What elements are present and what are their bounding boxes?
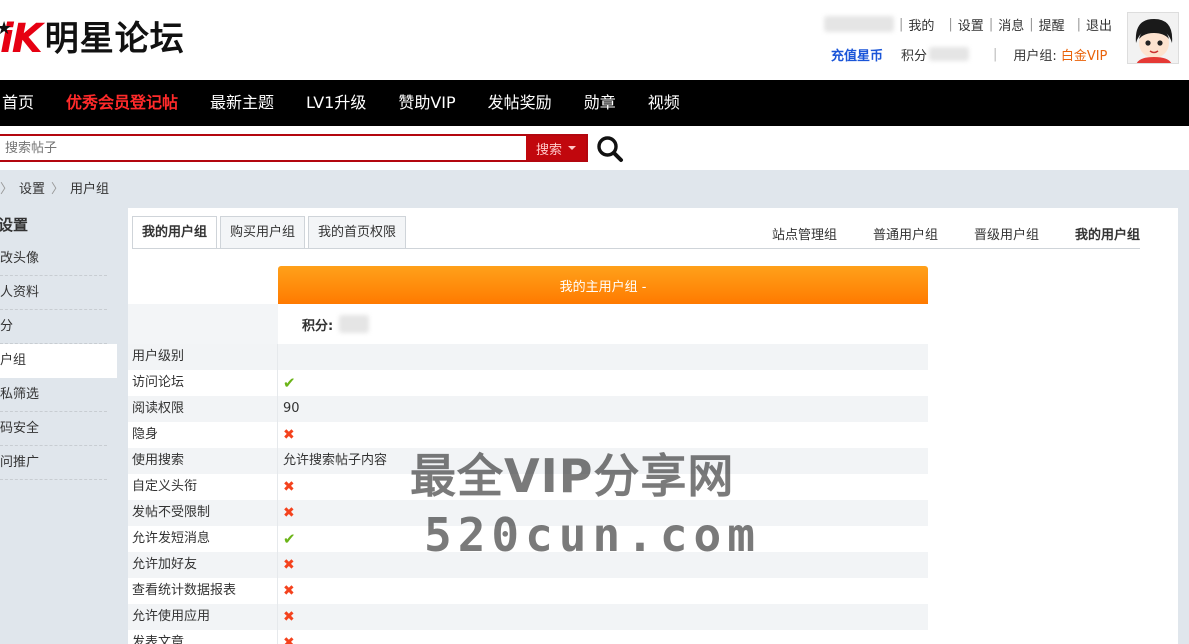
cross-icon: ✖ bbox=[283, 609, 295, 625]
search-bar: 搜索 bbox=[0, 126, 1189, 170]
row-label: 用户级别 bbox=[128, 344, 278, 370]
row-label: 发表文章 bbox=[128, 630, 278, 644]
row-label: 自定义头衔 bbox=[128, 474, 278, 500]
row-label: 查看统计数据报表 bbox=[128, 578, 278, 604]
credit-label[interactable]: 积分 bbox=[901, 45, 927, 64]
username-blurred bbox=[824, 16, 894, 32]
cross-icon: ✖ bbox=[283, 635, 295, 644]
link-notifications[interactable]: 提醒 bbox=[1039, 15, 1065, 34]
chevron-right-icon: 〉 bbox=[51, 182, 65, 197]
group-link-admin[interactable]: 站点管理组 bbox=[772, 224, 837, 243]
tab-home-permissions[interactable]: 我的首页权限 bbox=[308, 216, 407, 248]
tab-my-usergroup[interactable]: 我的用户组 bbox=[132, 216, 218, 248]
link-messages[interactable]: 消息 bbox=[998, 15, 1024, 34]
table-row: 阅读权限 90 bbox=[128, 396, 928, 422]
cross-icon: ✖ bbox=[283, 479, 295, 495]
sidebar-item-credits[interactable]: 积分 bbox=[0, 310, 107, 344]
table-header: 我的主用户组 - bbox=[278, 266, 928, 304]
nav-sponsor-vip[interactable]: 赞助VIP bbox=[382, 80, 471, 126]
row-label: 隐身 bbox=[128, 422, 278, 448]
sidebar-item-promotion[interactable]: 访问推广 bbox=[0, 446, 107, 480]
credit-row-blurred bbox=[339, 315, 370, 333]
nav-video[interactable]: 视频 bbox=[632, 80, 696, 126]
sidebar-item-usergroup[interactable]: 用户组 bbox=[0, 344, 117, 378]
check-icon: ✔ bbox=[283, 374, 296, 392]
row-label: 访问论坛 bbox=[128, 370, 278, 396]
tab-buy-usergroup[interactable]: 购买用户组 bbox=[220, 216, 306, 248]
nav-medals[interactable]: 勋章 bbox=[568, 80, 632, 126]
group-label: 用户组: bbox=[1013, 48, 1057, 64]
group-link-normal[interactable]: 普通用户组 bbox=[873, 224, 938, 243]
table-row: 访问论坛 ✔ bbox=[128, 370, 928, 396]
breadcrumb-settings[interactable]: 设置 bbox=[19, 182, 45, 197]
credit-value-blurred bbox=[929, 47, 970, 61]
main-nav: 首页 优秀会员登记帖 最新主题 LV1升级 赞助VIP 发帖奖励 勋章 视频 bbox=[0, 80, 1189, 126]
table-row: 用户级别 bbox=[128, 344, 928, 370]
sidebar-item-avatar[interactable]: 修改头像 bbox=[0, 242, 107, 276]
check-icon: ✔ bbox=[283, 530, 296, 548]
breadcrumb-usergroup[interactable]: 用户组 bbox=[70, 182, 109, 197]
row-label: 发帖不受限制 bbox=[128, 500, 278, 526]
search-box: 搜索 bbox=[0, 134, 588, 162]
group-links: 站点管理组 普通用户组 晋级用户组 我的用户组 bbox=[772, 224, 1140, 243]
sidebar-item-privacy[interactable]: 隐私筛选 bbox=[0, 378, 107, 412]
table-row: 发表文章 ✖ bbox=[128, 630, 928, 644]
chevron-down-icon bbox=[568, 146, 576, 150]
content-area: 〉设置〉用户组 设置 修改头像 个人资料 积分 用户组 隐私筛选 密码安全 访问… bbox=[0, 170, 1189, 644]
link-logout[interactable]: 退出 bbox=[1086, 15, 1112, 34]
nav-home[interactable]: 首页 bbox=[0, 80, 50, 126]
site-logo[interactable]: ★ iK 明星论坛 bbox=[0, 14, 185, 64]
row-label: 允许发短消息 bbox=[128, 526, 278, 552]
recharge-link[interactable]: 充值星币 bbox=[831, 45, 883, 64]
group-link-promoted[interactable]: 晋级用户组 bbox=[974, 224, 1039, 243]
user-links: | 我的 | 设置 | 消息 | 提醒 | 退出 bbox=[824, 14, 1112, 34]
row-value: 允许搜索帖子内容 bbox=[283, 453, 388, 468]
tab-bar: 我的用户组 购买用户组 我的首页权限 bbox=[132, 216, 407, 248]
tabs-divider bbox=[132, 248, 1140, 249]
search-type-button[interactable]: 搜索 bbox=[526, 136, 586, 160]
credit-row-label: 积分: bbox=[302, 318, 334, 334]
cross-icon: ✖ bbox=[283, 427, 295, 443]
group-link-mine[interactable]: 我的用户组 bbox=[1075, 224, 1140, 243]
breadcrumb: 〉设置〉用户组 bbox=[0, 178, 109, 197]
group-value[interactable]: 白金VIP bbox=[1061, 45, 1108, 64]
watermark-line1: 最全VIP分享网 bbox=[410, 449, 735, 503]
avatar[interactable] bbox=[1127, 12, 1179, 64]
row-label: 使用搜索 bbox=[128, 448, 278, 474]
nav-lv1-upgrade[interactable]: LV1升级 bbox=[290, 80, 382, 126]
search-icon[interactable] bbox=[596, 135, 624, 163]
credit-row: 积分: bbox=[128, 304, 928, 344]
cross-icon: ✖ bbox=[283, 583, 295, 599]
sidebar-item-profile[interactable]: 个人资料 bbox=[0, 276, 107, 310]
nav-latest[interactable]: 最新主题 bbox=[194, 80, 290, 126]
cross-icon: ✖ bbox=[283, 505, 295, 521]
sidebar-item-password[interactable]: 密码安全 bbox=[0, 412, 107, 446]
settings-sidebar: 设置 修改头像 个人资料 积分 用户组 隐私筛选 密码安全 访问推广 bbox=[0, 208, 117, 480]
site-header: ★ iK 明星论坛 | 我的 | 设置 | 消息 | 提醒 | 退出 充值星币 … bbox=[0, 0, 1189, 80]
search-type-label: 搜索 bbox=[535, 142, 562, 158]
row-value: 90 bbox=[283, 401, 300, 416]
row-label: 允许加好友 bbox=[128, 552, 278, 578]
usergroup-panel: 我的用户组 购买用户组 我的首页权限 站点管理组 普通用户组 晋级用户组 我的用… bbox=[128, 208, 1178, 644]
nav-post-reward[interactable]: 发帖奖励 bbox=[472, 80, 568, 126]
user-status-line: 充值星币 积分 | 用户组: 白金VIP bbox=[831, 45, 1108, 64]
nav-member-register[interactable]: 优秀会员登记帖 bbox=[50, 80, 194, 126]
table-row: 查看统计数据报表 ✖ bbox=[128, 578, 928, 604]
chevron-right-icon: 〉 bbox=[0, 182, 14, 197]
sidebar-title: 设置 bbox=[0, 216, 29, 234]
table-row: 允许使用应用 ✖ bbox=[128, 604, 928, 630]
row-label: 允许使用应用 bbox=[128, 604, 278, 630]
watermark-line2: 520cun.com bbox=[424, 508, 761, 562]
link-settings[interactable]: 设置 bbox=[958, 15, 984, 34]
row-label: 阅读权限 bbox=[128, 396, 278, 422]
search-input[interactable] bbox=[0, 136, 526, 160]
star-icon: ★ bbox=[0, 18, 13, 39]
cross-icon: ✖ bbox=[283, 557, 295, 573]
logo-text: 明星论坛 bbox=[44, 19, 185, 59]
link-mine[interactable]: 我的 bbox=[908, 15, 934, 34]
